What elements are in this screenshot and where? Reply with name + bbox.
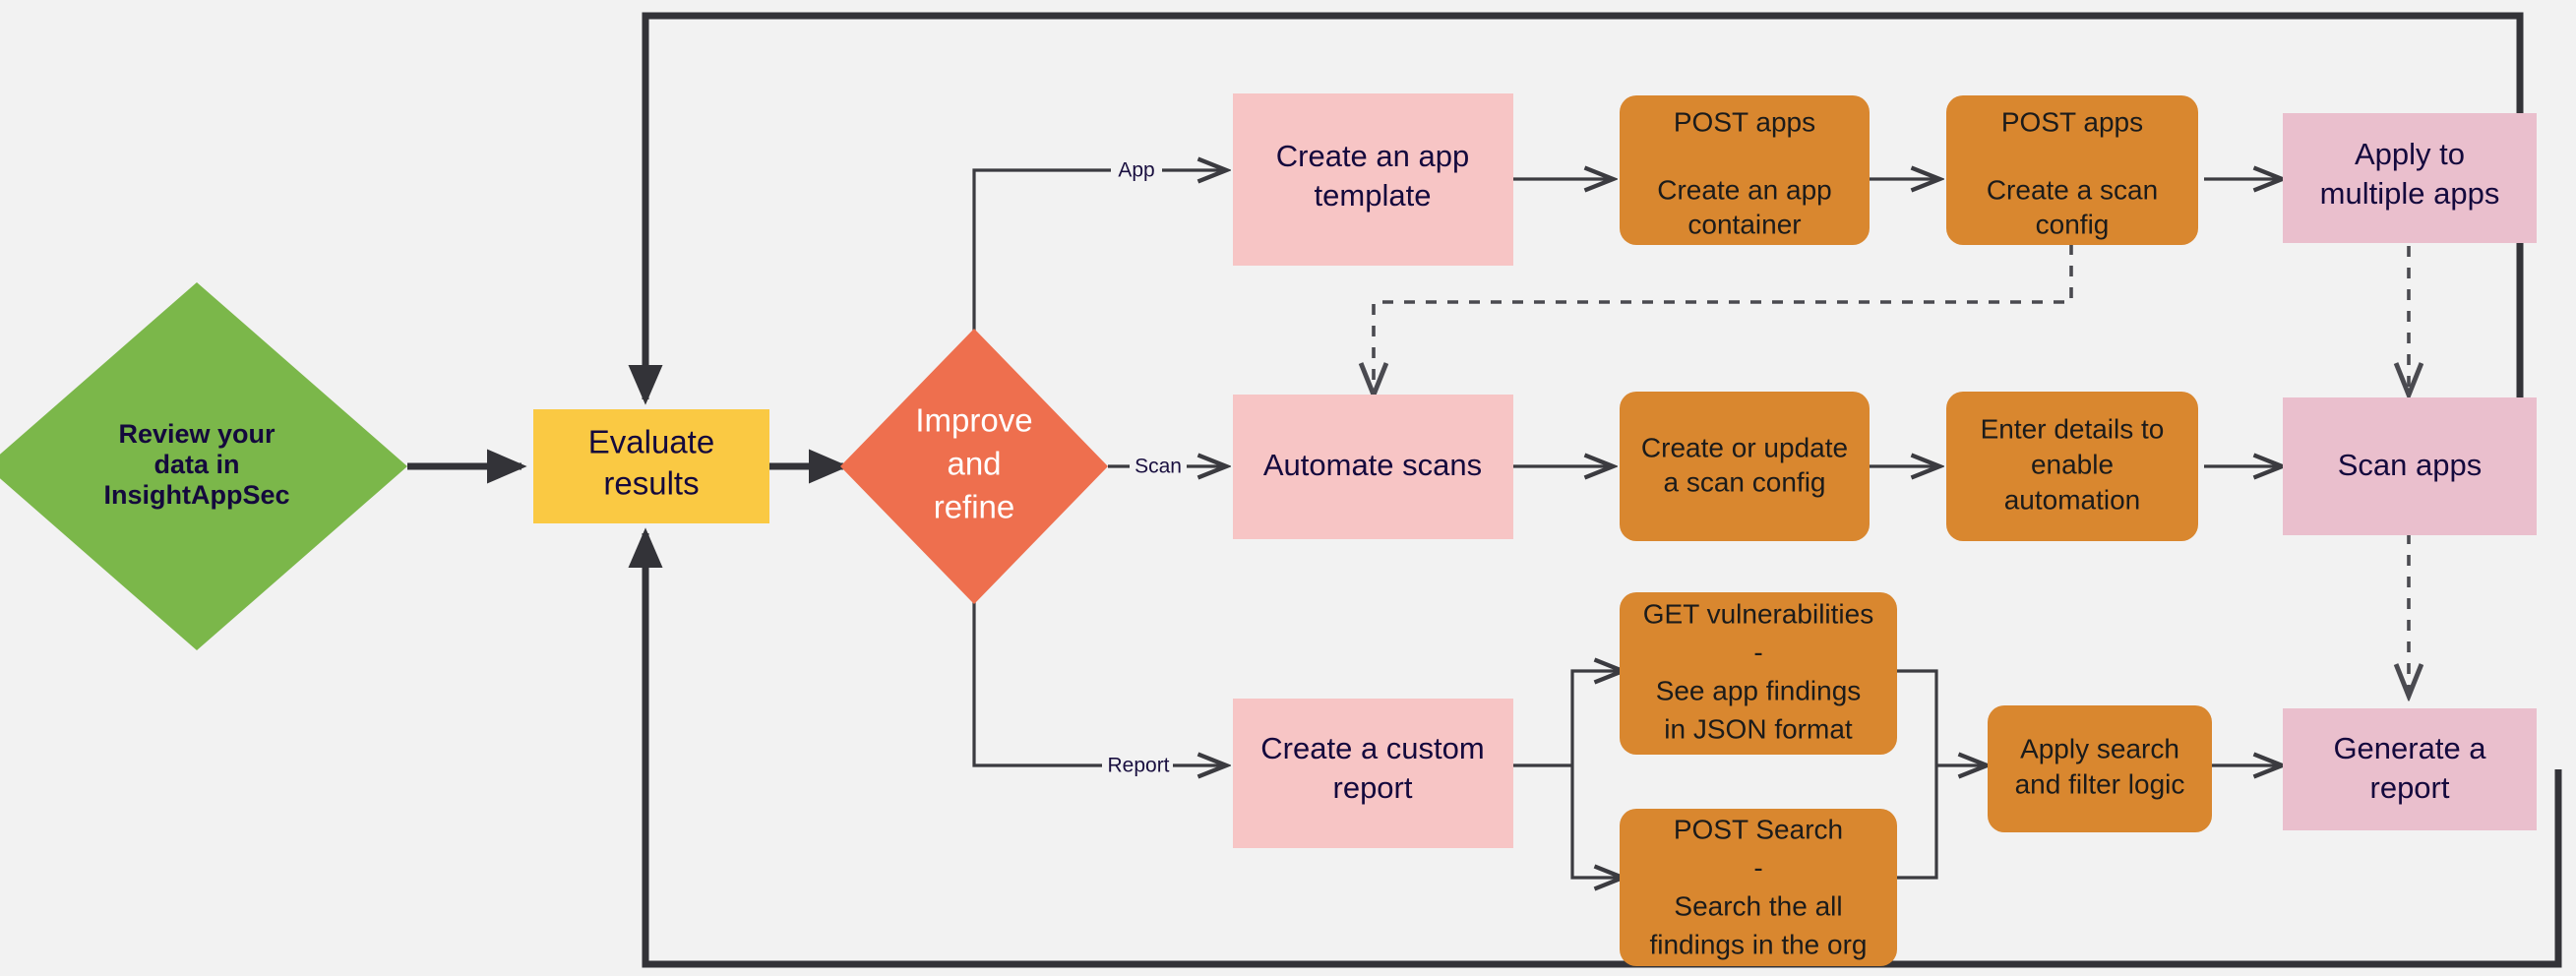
node-post-search[interactable]: POST Search - Search the all findings in… xyxy=(1620,809,1897,966)
node-generate-report-line-1: report xyxy=(2370,770,2450,805)
node-post-search-line-3: findings in the org xyxy=(1649,929,1867,959)
edge-improve-report-branch: Report xyxy=(972,565,1225,778)
node-review-data-line-2: InsightAppSec xyxy=(103,480,289,510)
node-apply-to-multiple-apps-line-1: multiple apps xyxy=(2320,176,2500,211)
node-create-or-update-scan-config-line-0: Create or update xyxy=(1641,432,1848,462)
node-automate-scans[interactable]: Automate scans xyxy=(1233,395,1513,539)
node-improve-refine-line-2: refine xyxy=(934,489,1015,525)
edge-label-app: App xyxy=(1118,159,1154,182)
node-evaluate-results-line-0: Evaluate xyxy=(588,424,714,460)
node-post-search-line-0: POST Search xyxy=(1674,814,1843,844)
node-enter-details-line-1: enable xyxy=(2031,449,2114,479)
node-review-data[interactable]: Review your data in InsightAppSec xyxy=(0,282,407,650)
node-improve-refine-line-1: and xyxy=(947,446,1001,482)
node-enter-details-line-0: Enter details to xyxy=(1981,413,2165,444)
node-generate-report[interactable]: Generate a report xyxy=(2283,708,2537,830)
node-post-apps-create-scan-config[interactable]: POST apps Create a scan config xyxy=(1946,95,2198,245)
flowchart-svg: App Scan Report Review your data in Insi… xyxy=(0,12,2562,968)
edge-label-report: Report xyxy=(1107,755,1169,777)
node-apply-search-filter-line-1: and filter logic xyxy=(2015,768,2185,799)
node-create-app-template[interactable]: Create an app template xyxy=(1233,93,1513,266)
node-create-app-template-line-0: Create an app xyxy=(1276,139,1469,173)
node-post-apps-create-scan-config-line-3: config xyxy=(2036,209,2110,239)
node-post-search-line-2: Search the all xyxy=(1674,890,1842,921)
edge-bottom-feedback-loop xyxy=(628,527,2562,968)
node-create-or-update-scan-config-line-1: a scan config xyxy=(1664,466,1826,497)
edge-improve-app-branch: App xyxy=(972,157,1225,368)
node-review-data-line-0: Review your xyxy=(118,419,276,449)
node-post-apps-create-container[interactable]: POST apps Create an app container xyxy=(1620,95,1870,245)
node-enter-details-line-2: automation xyxy=(2004,484,2141,515)
edge-label-scan: Scan xyxy=(1135,456,1182,478)
node-get-vulnerabilities-line-3: in JSON format xyxy=(1664,713,1853,744)
node-post-apps-create-scan-config-line-2: Create a scan xyxy=(1987,174,2158,205)
node-create-custom-report-line-0: Create a custom xyxy=(1260,731,1484,765)
node-scan-apps[interactable]: Scan apps xyxy=(2283,397,2537,535)
edge-getvulns-postsearch-merge xyxy=(1897,669,1986,880)
node-generate-report-line-0: Generate a xyxy=(2333,731,2486,765)
node-get-vulnerabilities[interactable]: GET vulnerabilities - See app findings i… xyxy=(1620,592,1897,755)
edge-dashed-scanconfig-to-automatescans xyxy=(1374,244,2073,394)
edge-improve-scan-branch: Scan xyxy=(1108,454,1225,479)
node-automate-scans-line-0: Automate scans xyxy=(1263,448,1482,482)
node-post-apps-create-container-line-3: container xyxy=(1687,209,1801,239)
node-evaluate-results[interactable]: Evaluate results xyxy=(533,409,769,523)
node-review-data-line-1: data in xyxy=(153,450,239,479)
node-create-custom-report-line-1: report xyxy=(1333,770,1413,805)
node-apply-to-multiple-apps[interactable]: Apply to multiple apps xyxy=(2283,113,2537,243)
node-create-custom-report[interactable]: Create a custom report xyxy=(1233,699,1513,848)
node-create-app-template-line-1: template xyxy=(1315,178,1432,213)
node-evaluate-results-line-1: results xyxy=(603,465,699,502)
node-post-search-line-1: - xyxy=(1753,852,1762,883)
node-get-vulnerabilities-line-0: GET vulnerabilities xyxy=(1643,598,1873,629)
node-improve-refine-line-0: Improve xyxy=(915,402,1032,439)
node-post-apps-create-container-line-0: POST apps xyxy=(1674,106,1815,137)
node-get-vulnerabilities-line-2: See app findings xyxy=(1656,675,1862,705)
flowchart-canvas: App Scan Report Review your data in Insi… xyxy=(0,0,2576,976)
node-improve-refine[interactable]: Improve and refine xyxy=(840,329,1108,604)
node-scan-apps-line-0: Scan apps xyxy=(2338,448,2483,482)
node-apply-search-filter-logic[interactable]: Apply search and filter logic xyxy=(1988,705,2212,832)
node-apply-search-filter-line-0: Apply search xyxy=(2020,733,2179,763)
node-apply-to-multiple-apps-line-0: Apply to xyxy=(2355,137,2465,171)
node-get-vulnerabilities-line-1: - xyxy=(1753,637,1762,667)
node-post-apps-create-container-line-2: Create an app xyxy=(1657,174,1831,205)
edge-customreport-split xyxy=(1513,671,1622,878)
node-enter-details-enable-automation[interactable]: Enter details to enable automation xyxy=(1946,392,2198,541)
node-create-or-update-scan-config[interactable]: Create or update a scan config xyxy=(1620,392,1870,541)
node-post-apps-create-scan-config-line-0: POST apps xyxy=(2001,106,2143,137)
